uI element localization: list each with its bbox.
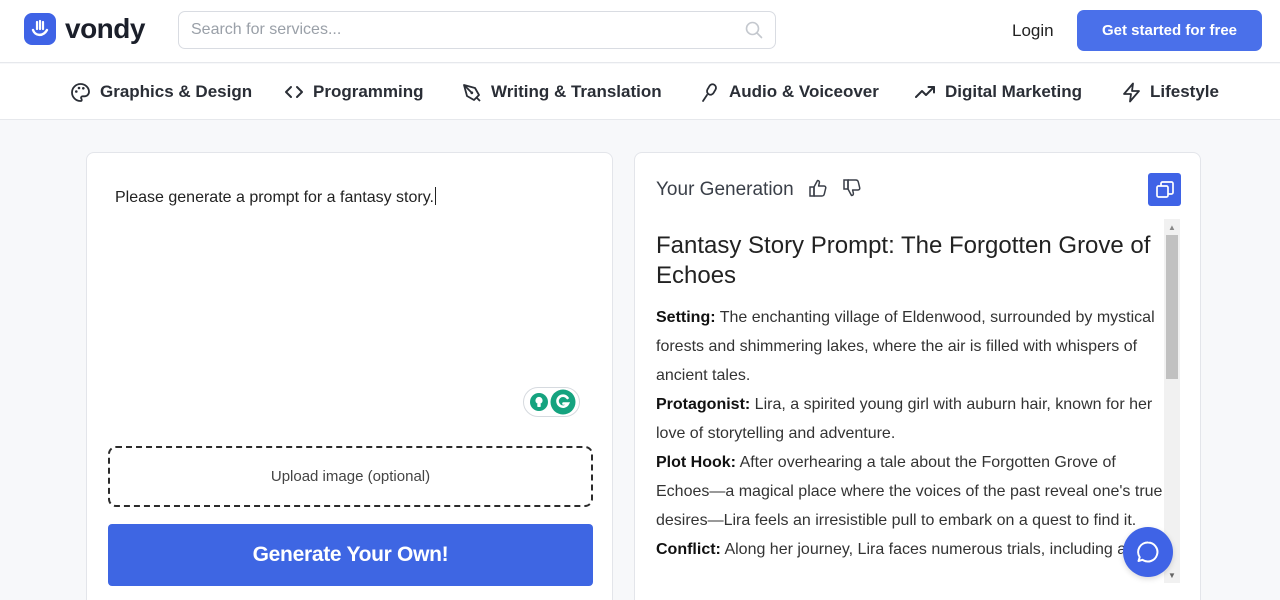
section-text: The enchanting village of Eldenwood, sur… (656, 309, 1155, 384)
nav-item-writing-translation[interactable]: Writing & Translation (461, 64, 662, 120)
vertical-scrollbar[interactable]: ▲ ▼ (1164, 219, 1180, 583)
category-nav: Graphics & Design Programming Writing & … (0, 64, 1280, 120)
logo-text: vondy (65, 13, 145, 44)
generation-title: Your Generation (656, 179, 794, 200)
thumbs-up-icon[interactable] (808, 178, 828, 203)
search-input[interactable] (191, 12, 731, 48)
microphone-icon (702, 82, 717, 102)
lightning-icon (1123, 82, 1140, 102)
story-section-setting: Setting: The enchanting village of Elden… (656, 303, 1164, 390)
nav-item-label: Digital Marketing (945, 82, 1082, 101)
prompt-textarea[interactable]: Please generate a prompt for a fantasy s… (115, 187, 436, 207)
prompt-input-panel: Please generate a prompt for a fantasy s… (86, 152, 613, 600)
generation-content: Fantasy Story Prompt: The Forgotten Grov… (656, 219, 1164, 600)
section-label: Setting: (656, 309, 716, 326)
section-label: Plot Hook: (656, 454, 736, 471)
text-cursor (434, 187, 436, 205)
nav-item-digital-marketing[interactable]: Digital Marketing (915, 64, 1082, 120)
scroll-up-arrow-icon[interactable]: ▲ (1164, 219, 1180, 235)
story-section-conflict: Conflict: Along her journey, Lira faces … (656, 535, 1164, 564)
top-header: vondy Login Get started for free (0, 0, 1280, 63)
trending-up-icon (915, 86, 935, 98)
lightbulb-icon (530, 393, 548, 411)
nav-item-audio-voiceover[interactable]: Audio & Voiceover (700, 64, 879, 120)
chat-button[interactable] (1123, 527, 1173, 577)
copy-icon (1155, 180, 1174, 198)
scroll-down-arrow-icon[interactable]: ▼ (1164, 567, 1180, 583)
code-icon (285, 86, 303, 98)
nav-item-label: Lifestyle (1150, 82, 1219, 101)
nav-item-label: Writing & Translation (491, 82, 662, 101)
grammarly-widget[interactable] (523, 387, 580, 417)
grammarly-icon (550, 389, 576, 415)
vondy-logo-icon (24, 13, 56, 45)
login-link[interactable]: Login (1012, 21, 1054, 41)
search-bar[interactable] (178, 11, 776, 49)
get-started-button[interactable]: Get started for free (1077, 10, 1262, 51)
pen-nib-icon (463, 83, 481, 102)
copy-button[interactable] (1148, 173, 1181, 206)
upload-image-dropzone[interactable]: Upload image (optional) (108, 446, 593, 507)
thumbs-down-icon[interactable] (842, 178, 862, 203)
palette-icon (71, 82, 90, 102)
scrollbar-thumb[interactable] (1166, 235, 1178, 379)
nav-item-label: Programming (313, 82, 424, 101)
search-icon[interactable] (745, 21, 763, 44)
story-heading: Fantasy Story Prompt: The Forgotten Grov… (656, 232, 1151, 289)
section-text: Along her journey, Lira faces numerous t… (720, 541, 1127, 558)
nav-item-programming[interactable]: Programming (284, 64, 424, 120)
section-label: Conflict: (656, 541, 721, 558)
nav-item-label: Audio & Voiceover (729, 82, 879, 101)
generation-output-panel: Your Generation Fantasy Story Prompt: Th… (634, 152, 1201, 600)
nav-item-label: Graphics & Design (100, 82, 253, 101)
nav-item-graphics-design[interactable]: Graphics & Design (70, 64, 252, 120)
prompt-value: Please generate a prompt for a fantasy s… (115, 189, 434, 206)
chat-bubble-icon (1137, 541, 1159, 563)
section-label: Protagonist: (656, 396, 751, 413)
nav-item-lifestyle[interactable]: Lifestyle (1122, 64, 1219, 120)
vondy-logo[interactable]: vondy (24, 13, 145, 45)
story-section-protagonist: Protagonist: Lira, a spirited young girl… (656, 390, 1164, 448)
generate-button[interactable]: Generate Your Own! (108, 524, 593, 586)
story-section-plot-hook: Plot Hook: After overhearing a tale abou… (656, 448, 1164, 535)
